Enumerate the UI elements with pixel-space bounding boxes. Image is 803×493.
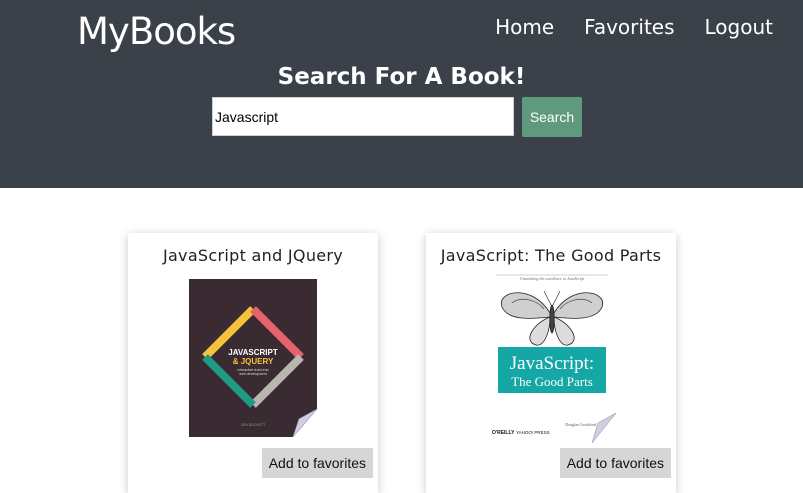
- book-cover-image: Unearthing the excellence in JavaScript …: [488, 273, 616, 443]
- logo[interactable]: MyBooks: [77, 10, 236, 53]
- nav-home-link[interactable]: Home: [495, 15, 554, 39]
- book-title: JavaScript: The Good Parts: [440, 246, 662, 265]
- cover-text: Unearthing the excellence in JavaScript: [520, 276, 585, 281]
- header: MyBooks Home Favorites Logout Search For…: [0, 0, 803, 188]
- book-card: JavaScript: The Good Parts Unearthing th…: [426, 233, 676, 493]
- cover-text: JavaScript:: [510, 353, 594, 374]
- search-input[interactable]: [212, 97, 514, 136]
- nav: Home Favorites Logout: [495, 15, 773, 39]
- cover-text: & JQUERY: [233, 357, 274, 366]
- cover-text: JON DUCKETT: [241, 423, 266, 427]
- nav-logout-link[interactable]: Logout: [705, 15, 773, 39]
- nav-favorites-link[interactable]: Favorites: [584, 15, 674, 39]
- cover-text: web development: [239, 372, 266, 376]
- search-button[interactable]: Search: [522, 97, 582, 137]
- cover-text: JAVASCRIPT: [228, 348, 278, 357]
- cover-text: O'REILLY: [492, 430, 515, 436]
- book-cover-image: JAVASCRIPT & JQUERY interactive front-en…: [189, 279, 317, 437]
- cover-text: The Good Parts: [511, 374, 593, 389]
- cover-text: Douglas Crockford: [565, 422, 596, 427]
- cover-text: YAHOO! PRESS: [516, 430, 550, 435]
- book-title: JavaScript and JQuery: [162, 246, 344, 265]
- add-to-favorites-button[interactable]: Add to favorites: [261, 448, 373, 478]
- add-to-favorites-button[interactable]: Add to favorites: [559, 448, 671, 478]
- book-card: JavaScript and JQuery JAVASCRIPT & JQUER…: [128, 233, 378, 493]
- search-title: Search For A Book!: [277, 64, 526, 90]
